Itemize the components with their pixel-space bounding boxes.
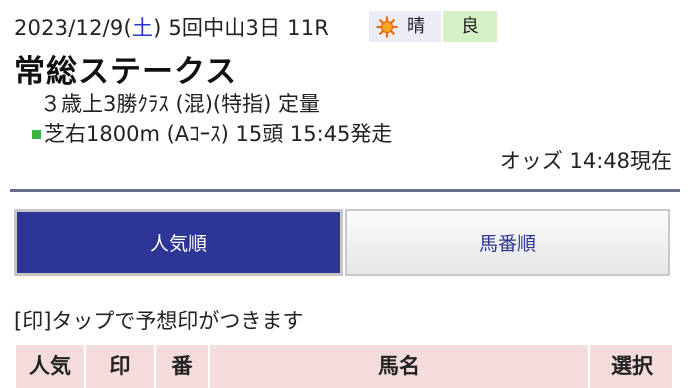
- date-prefix: 2023/12/9(: [14, 16, 132, 40]
- race-conditions: ３歳上3勝ｸﾗｽ (混)(特指) 定量: [40, 92, 320, 116]
- date-suffix: ) 5回中山3日 11R: [153, 16, 330, 40]
- race-date: 2023/12/9(土) 5回中山3日 11R: [14, 12, 329, 42]
- tab-horse-number-order[interactable]: 馬番順: [345, 209, 670, 276]
- weekday: 土: [131, 16, 154, 40]
- tap-hint: [印]タップで予想印がつきます: [14, 309, 304, 333]
- race-course: 芝右1800m (Aｺｰｽ) 15頭 15:45発走: [32, 118, 392, 148]
- turf-icon: [32, 130, 41, 139]
- course-text: 芝右1800m (Aｺｰｽ) 15頭 15:45発走: [44, 122, 393, 146]
- sun-icon: [376, 16, 398, 38]
- header-popularity: 人気: [29, 354, 71, 378]
- header-mark: 印: [84, 345, 154, 388]
- track-condition-badge: 良: [443, 11, 497, 42]
- header-horse-name: 馬名: [208, 345, 588, 388]
- tab-label: 人気順: [149, 233, 207, 255]
- race-name: 常総ステークス: [14, 54, 238, 90]
- weather-label: 晴: [407, 16, 425, 37]
- header-select: 選択: [588, 345, 674, 388]
- tab-popularity-order[interactable]: 人気順: [14, 209, 343, 276]
- odds-timestamp: オッズ 14:48現在: [499, 149, 672, 173]
- divider: [10, 189, 680, 192]
- weather-badge: 晴: [369, 11, 441, 42]
- tab-label: 馬番順: [478, 233, 536, 255]
- header-number: 番: [154, 345, 208, 388]
- table-header: 人気 印 番 馬名 選択: [16, 345, 672, 388]
